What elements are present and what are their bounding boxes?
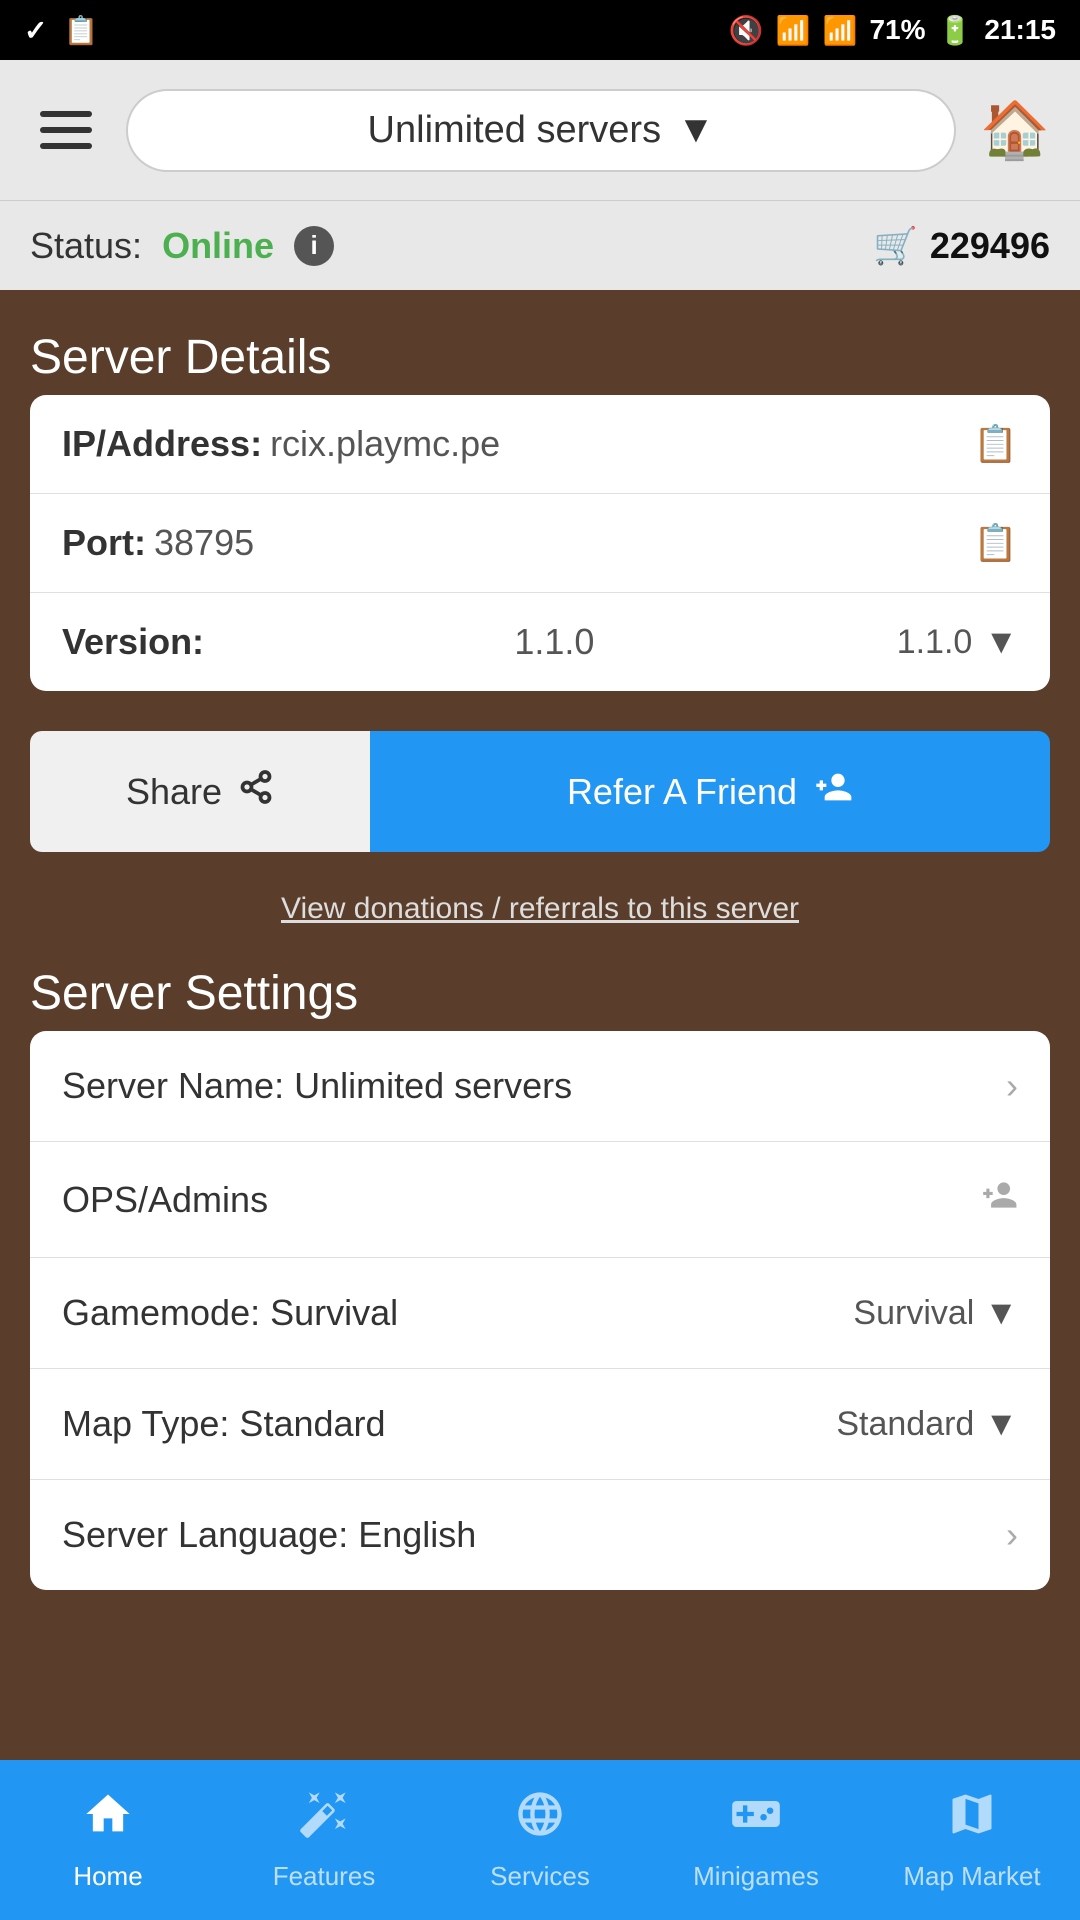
nav-item-minigames[interactable]: Minigames [648,1760,864,1920]
server-settings-title: Server Settings [30,966,1050,1021]
gamemode-value: Survival [853,1294,974,1333]
cart-number: 229496 [930,225,1050,267]
hamburger-line-1 [40,111,92,117]
map-type-row[interactable]: Map Type: Standard Standard ▼ [30,1369,1050,1480]
hamburger-button[interactable] [30,101,102,159]
bottom-nav: Home Features Services Minigames [0,1760,1080,1920]
nav-item-features[interactable]: Features [216,1760,432,1920]
refer-friend-button[interactable]: Refer A Friend [370,731,1050,852]
map-type-chevron-icon: ▼ [984,1405,1018,1444]
nav-item-home[interactable]: Home [0,1760,216,1920]
server-details-section: Server Details IP/Address: rcix.playmc.p… [30,330,1050,691]
status-bar-left: ✓ 📋 [24,14,98,47]
refer-label: Refer A Friend [567,771,797,813]
server-settings-card: Server Name: Unlimited servers › OPS/Adm… [30,1031,1050,1590]
ops-admins-label: OPS/Admins [62,1179,268,1221]
server-name-row[interactable]: Server Name: Unlimited servers › [30,1031,1050,1142]
cart-icon: 🛒 [873,225,918,267]
map-type-value: Standard [836,1405,974,1444]
mute-icon: 🔇 [729,14,764,47]
version-value: 1.1.0 [514,621,594,663]
version-chevron-icon: ▼ [984,623,1018,662]
ip-label: IP/Address: [62,423,262,465]
status-bar: ✓ 📋 🔇 📶 📶 71% 🔋 21:15 [0,0,1080,60]
server-name-chevron-icon: › [1006,1065,1018,1107]
version-dropdown[interactable]: 1.1.0 ▼ [897,623,1018,662]
hamburger-line-3 [40,143,92,149]
services-nav-label: Services [490,1861,590,1892]
app-header: Unlimited servers ▼ 🏠 [0,60,1080,200]
gamemode-dropdown[interactable]: Survival ▼ [853,1294,1018,1333]
sub-header: Status: Online i 🛒 229496 [0,200,1080,290]
map-market-nav-label: Map Market [903,1861,1040,1892]
notification-icon: ✓ [24,14,47,47]
share-icon [238,769,274,814]
home-nav-icon [82,1788,134,1853]
version-row: Version: 1.1.0 1.1.0 ▼ [30,593,1050,691]
language-row[interactable]: Server Language: English › [30,1480,1050,1590]
share-button[interactable]: Share [30,731,370,852]
ip-row: IP/Address: rcix.playmc.pe 📋 [30,395,1050,494]
features-nav-icon [298,1788,350,1853]
battery-text: 71% [869,14,925,46]
map-type-dropdown[interactable]: Standard ▼ [836,1405,1018,1444]
time-display: 21:15 [984,14,1056,46]
ops-admins-row[interactable]: OPS/Admins [30,1142,1050,1258]
info-button[interactable]: i [294,226,334,266]
add-admin-icon [980,1176,1018,1223]
port-label: Port: [62,522,146,564]
home-nav-label: Home [73,1861,142,1892]
server-details-card: IP/Address: rcix.playmc.pe 📋 Port: 38795… [30,395,1050,691]
server-settings-section: Server Settings Server Name: Unlimited s… [30,966,1050,1590]
server-name-label: Server Name: Unlimited servers [62,1065,572,1107]
language-label: Server Language: English [62,1514,476,1556]
screenshot-icon: 📋 [63,14,98,47]
action-buttons-row: Share Refer A Friend [30,731,1050,852]
map-type-label: Map Type: Standard [62,1403,386,1445]
copy-ip-icon[interactable]: 📋 [973,423,1018,465]
wifi-icon: 📶 [776,14,811,47]
copy-port-icon[interactable]: 📋 [973,522,1018,564]
home-icon: 🏠 [980,98,1050,161]
home-button[interactable]: 🏠 [980,97,1050,163]
minigames-nav-label: Minigames [693,1861,819,1892]
server-selector-dropdown[interactable]: Unlimited servers ▼ [126,89,956,172]
gamemode-row[interactable]: Gamemode: Survival Survival ▼ [30,1258,1050,1369]
donations-link[interactable]: View donations / referrals to this serve… [30,892,1050,926]
add-person-icon [813,767,853,816]
version-label: Version: [62,621,204,663]
cart-area[interactable]: 🛒 229496 [873,225,1050,267]
version-dropdown-value: 1.1.0 [897,623,973,662]
services-nav-icon [514,1788,566,1853]
status-bar-right: 🔇 📶 📶 71% 🔋 21:15 [729,14,1056,47]
nav-item-services[interactable]: Services [432,1760,648,1920]
chevron-down-icon: ▼ [677,109,715,152]
ip-value: rcix.playmc.pe [270,423,500,465]
main-content: Server Details IP/Address: rcix.playmc.p… [0,290,1080,1760]
gamemode-chevron-icon: ▼ [984,1294,1018,1333]
server-selector-label: Unlimited servers [368,109,662,152]
nav-item-map-market[interactable]: Map Market [864,1760,1080,1920]
status-label: Status: [30,225,142,267]
features-nav-label: Features [273,1861,376,1892]
signal-icon: 📶 [823,14,858,47]
hamburger-line-2 [40,127,92,133]
port-value: 38795 [154,522,254,564]
share-label: Share [126,771,222,813]
port-row: Port: 38795 📋 [30,494,1050,593]
battery-icon: 🔋 [938,14,973,47]
language-chevron-icon: › [1006,1514,1018,1556]
server-details-title: Server Details [30,330,1050,385]
map-market-nav-icon [946,1788,998,1853]
minigames-nav-icon [730,1788,782,1853]
status-online-value: Online [162,225,274,267]
gamemode-label: Gamemode: Survival [62,1292,398,1334]
